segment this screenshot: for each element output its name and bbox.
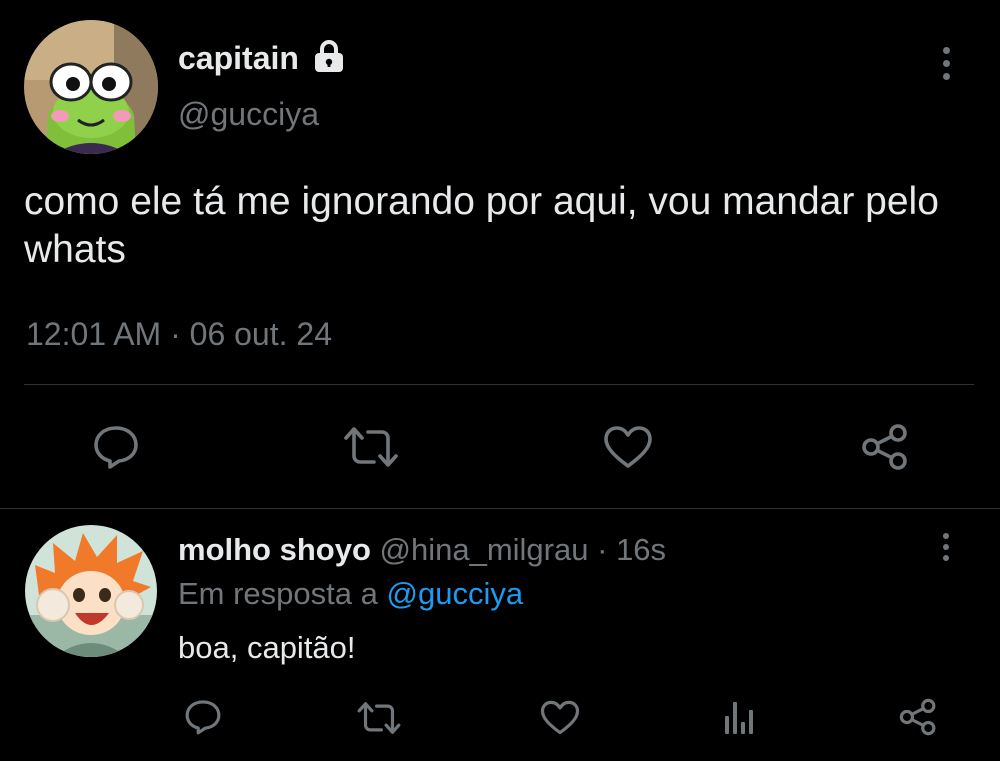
reply-display-name[interactable]: molho shoyo <box>178 532 371 567</box>
author-handle[interactable]: @gucciya <box>178 94 319 134</box>
lock-icon <box>314 40 344 81</box>
reply-like-icon[interactable] <box>540 700 580 735</box>
tweet-text: como ele tá me ignorando por aqui, vou m… <box>24 180 939 271</box>
reply-retweet-icon[interactable] <box>356 701 402 735</box>
reply-author-avatar[interactable] <box>25 525 157 657</box>
reply-separator: · <box>597 532 608 567</box>
author-avatar[interactable] <box>24 20 158 154</box>
tweet-time: 12:01 AM <box>26 316 162 352</box>
reply-share-icon[interactable] <box>898 698 938 736</box>
reply-context-prefix: Em resposta a <box>178 576 378 611</box>
reply-header: molho shoyo @hina_milgrau · 16s <box>178 530 666 570</box>
reply-handle[interactable]: @hina_milgrau <box>380 532 589 567</box>
author-display-name[interactable]: capitain <box>178 38 344 81</box>
analytics-icon[interactable] <box>722 700 754 736</box>
share-icon[interactable] <box>860 423 910 471</box>
timestamp-separator: · <box>170 316 181 352</box>
reply-to-mention[interactable]: @gucciya <box>387 576 524 611</box>
retweet-icon[interactable] <box>342 426 400 468</box>
like-icon[interactable] <box>603 425 653 469</box>
reply-text: boa, capitão! <box>178 630 356 665</box>
more-options-icon[interactable] <box>936 47 956 80</box>
reply-reply-icon[interactable] <box>184 698 222 736</box>
reply-more-options-icon[interactable] <box>936 533 956 561</box>
reply-context: Em resposta a @gucciya <box>178 574 523 614</box>
tweet-timestamp[interactable]: 12:01 AM · 06 out. 24 <box>26 316 332 353</box>
divider <box>24 384 974 385</box>
reply-icon[interactable] <box>92 424 140 470</box>
section-divider <box>0 508 1000 509</box>
tweet-date: 06 out. 24 <box>189 316 332 352</box>
reply-age[interactable]: 16s <box>616 532 666 567</box>
author-display-name-text[interactable]: capitain <box>178 40 299 76</box>
